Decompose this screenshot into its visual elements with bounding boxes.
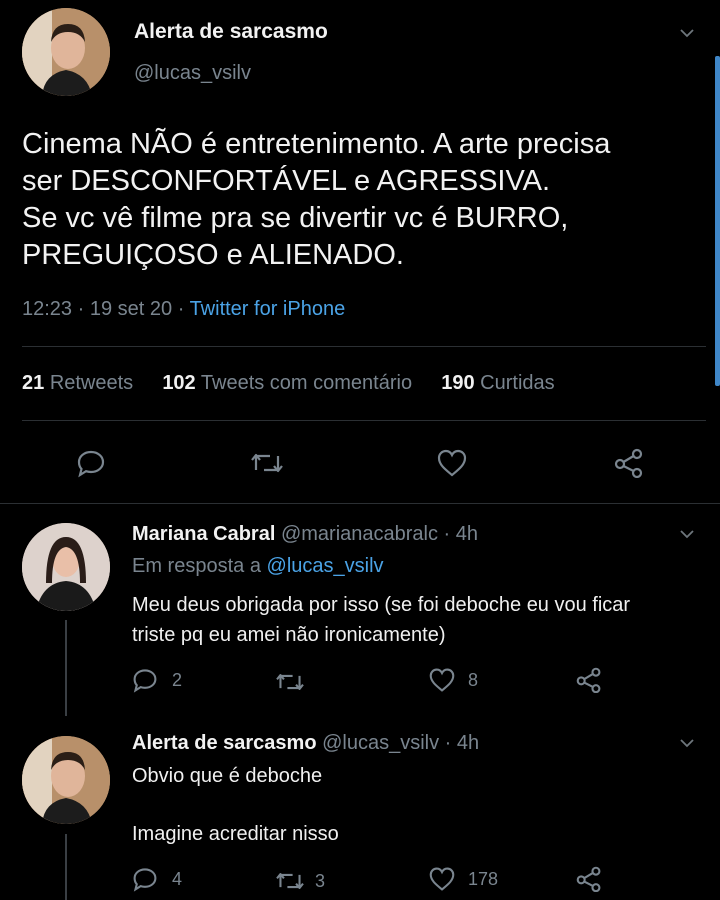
meta-separator: · [77,298,90,320]
share-button[interactable] [612,448,646,478]
avatar-photo [22,523,110,611]
reply-count: 2 [172,669,183,690]
retweet-button[interactable]: 3 [275,868,325,894]
reply-text: Meu deus obrigada por isso (se foi deboc… [132,590,712,650]
reply-count: 4 [172,868,183,889]
reply-text-line: triste pq eu amei não ironicamente) [132,624,446,646]
reply-header: Alerta de sarcasmo @lucas_vsilv · 4h [132,732,479,755]
reply-text-line: Obvio que é deboche [132,765,323,787]
likes-stat[interactable]: 190 Curtidas [441,372,554,394]
retweet-icon [251,453,283,473]
like-icon [429,867,455,891]
display-name[interactable]: Mariana Cabral [132,523,275,545]
like-count: 178 [468,868,499,889]
reply-text-line [132,791,712,820]
quotes-stat[interactable]: 102 Tweets com comentário [162,372,412,394]
share-icon [576,866,601,892]
like-count: 8 [468,669,479,690]
reply-icon [133,669,157,693]
reply-button[interactable]: 4 [132,866,182,892]
retweet-count: 3 [315,870,326,891]
reply-icon [77,450,105,478]
reply-button[interactable] [76,448,106,478]
reply-age[interactable]: 4h [456,523,478,545]
reply-age[interactable]: 4h [457,732,479,754]
quotes-label: Tweets com comentário [200,372,413,394]
handle[interactable]: @lucas_vsilv [322,732,439,754]
share-button[interactable] [574,667,604,693]
reply-header: Mariana Cabral @marianacabralc · 4h [132,523,478,546]
quotes-count: 102 [162,372,196,394]
likes-count: 190 [441,372,475,394]
like-button[interactable]: 178 [428,866,498,892]
retweet-button[interactable] [250,448,284,478]
thread-line [65,834,67,900]
share-icon [614,448,643,478]
thread-line [65,620,67,716]
divider [22,420,706,421]
retweet-icon [276,674,304,690]
display-name[interactable]: Alerta de sarcasmo [132,732,317,754]
retweets-stat[interactable]: 21 Retweets [22,372,133,394]
avatar[interactable] [22,736,110,824]
avatar[interactable] [22,523,110,611]
display-name[interactable]: Alerta de sarcasmo [134,20,328,44]
handle[interactable]: @marianacabralc [281,523,438,545]
tweet-text-line: PREGUIÇOSO e ALIENADO. [22,239,404,271]
retweet-icon [276,873,304,889]
like-icon [429,668,455,692]
share-button[interactable] [574,866,604,892]
like-button[interactable] [436,448,468,478]
reply-icon [133,868,157,892]
retweet-button[interactable] [275,669,315,695]
tweet-text-line: Se vc vê filme pra se divertir vc é BURR… [22,202,569,234]
avatar-photo [22,736,110,824]
handle[interactable]: @lucas_vsilv [134,62,251,85]
divider [22,346,706,347]
avatar[interactable] [22,8,110,96]
tweet-date: 19 set 20 [89,298,173,320]
reply-text: Obvio que é deboche Imagine acreditar ni… [132,762,712,849]
reply-prefix: Em resposta a [132,555,261,577]
scrollbar[interactable] [715,56,720,386]
meta-separator: · [439,732,457,754]
tweet-text-line: Cinema NÃO é entretenimento. A arte prec… [22,128,611,160]
like-icon [437,449,467,477]
meta-separator: · [437,523,456,545]
retweets-label: Retweets [49,372,134,394]
retweets-count: 21 [22,372,45,394]
reply-to-link[interactable]: @lucas_vsilv [267,555,384,577]
reply-text-line: Imagine acreditar nisso [132,823,339,845]
tweet-meta: 12:23 · 19 set 20 · Twitter for iPhone [22,298,345,321]
chevron-down-icon[interactable] [680,736,694,750]
tweet-stats: 21 Retweets 102 Tweets com comentário 19… [22,372,555,395]
divider [0,503,720,504]
like-button[interactable]: 8 [428,667,478,693]
reply-text-line: Meu deus obrigada por isso (se foi deboc… [132,594,631,616]
chevron-down-icon[interactable] [680,26,694,40]
share-icon [576,667,601,693]
chevron-down-icon[interactable] [680,527,694,541]
tweet-time: 12:23 [22,298,73,320]
avatar-photo [22,8,110,96]
tweet-text-line: ser DESCONFORTÁVEL e AGRESSIVA. [22,165,551,197]
tweet-source-link[interactable]: Twitter for iPhone [190,298,346,320]
replying-to: Em resposta a @lucas_vsilv [132,555,384,578]
meta-separator: · [177,298,190,320]
likes-label: Curtidas [480,372,555,394]
tweet-text: Cinema NÃO é entretenimento. A arte prec… [22,126,712,274]
reply-button[interactable]: 2 [132,667,182,693]
